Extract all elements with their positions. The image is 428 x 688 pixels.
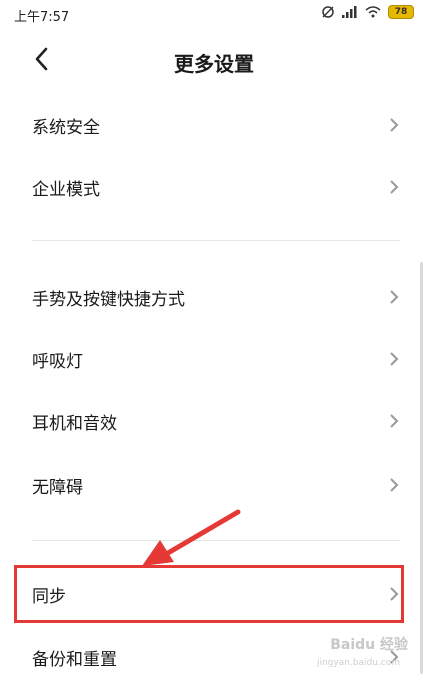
menu-item-label: 手势及按键快捷方式 — [32, 290, 185, 310]
page-title: 更多设置 — [174, 52, 254, 76]
settings-sync-icon — [322, 6, 334, 18]
menu-item-gesture-shortcuts[interactable]: 手势及按键快捷方式 — [0, 266, 428, 328]
status-bar: 上午7:57 78 — [0, 0, 428, 30]
chevron-right-icon — [390, 414, 399, 428]
menu-item-headphones-audio[interactable]: 耳机和音效 — [0, 390, 428, 452]
chevron-right-icon — [390, 118, 399, 132]
highlight-box — [14, 565, 404, 623]
menu-item-accessibility[interactable]: 无障碍 — [0, 454, 428, 516]
chevron-right-icon — [390, 478, 399, 492]
chevron-right-icon — [390, 290, 399, 304]
wifi-icon — [365, 6, 381, 18]
watermark-url: jingyan.baidu.com — [316, 658, 400, 668]
scrollbar[interactable] — [420, 262, 423, 674]
menu-item-enterprise-mode[interactable]: 企业模式 — [0, 156, 428, 218]
menu-item-label: 系统安全 — [32, 118, 100, 138]
menu-item-label: 耳机和音效 — [32, 414, 117, 434]
status-icons: 78 — [321, 5, 414, 19]
menu-item-label: 无障碍 — [32, 478, 83, 498]
chevron-right-icon — [390, 352, 399, 366]
menu-item-system-security[interactable]: 系统安全 — [0, 94, 428, 156]
section-divider — [32, 540, 400, 541]
battery-icon: 78 — [388, 5, 414, 19]
status-time: 上午7:57 — [14, 10, 70, 25]
menu-item-breathing-light[interactable]: 呼吸灯 — [0, 328, 428, 390]
menu-item-label: 呼吸灯 — [32, 352, 83, 372]
menu-item-label: 企业模式 — [32, 180, 100, 200]
menu-item-label: 备份和重置 — [32, 650, 117, 670]
watermark-logo: Baidu 经验 — [330, 637, 408, 653]
header: 更多设置 — [0, 36, 428, 84]
signal-icon — [342, 6, 357, 18]
chevron-right-icon — [390, 180, 399, 194]
section-divider — [32, 240, 400, 241]
